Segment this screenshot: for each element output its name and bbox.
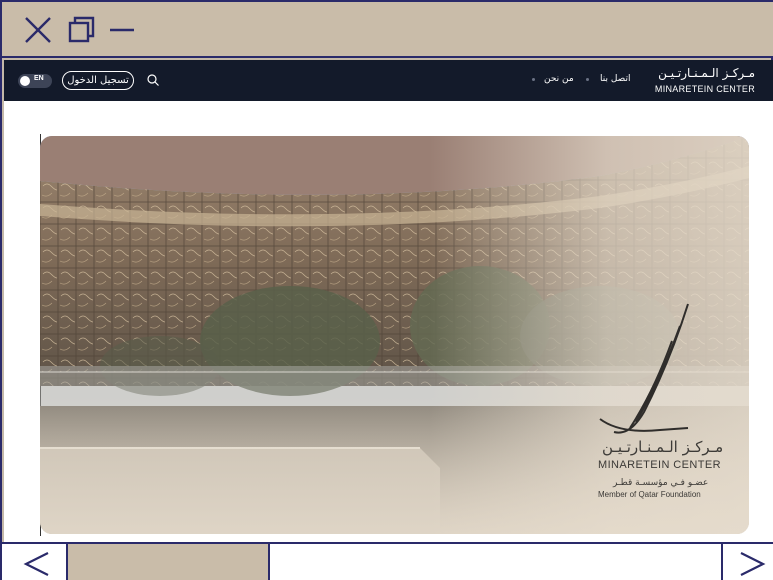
hero-member-english: Member of Qatar Foundation [598, 490, 701, 499]
hero-brand-english: MINARETEIN CENTER [598, 459, 721, 471]
nav-separator [532, 78, 535, 81]
window-frame: EN تسجيل الدخول من نحن اتصل بنا مـركـز ا… [0, 0, 773, 580]
site-header: EN تسجيل الدخول من نحن اتصل بنا مـركـز ا… [4, 60, 773, 101]
search-icon[interactable] [146, 73, 160, 87]
nav-separator [586, 78, 589, 81]
chevron-right-icon [740, 552, 766, 576]
hero-image: مـركـز الـمـنـارتـيـن MINARETEIN CENTER … [40, 136, 749, 534]
hero-member-arabic: عضـو فـي مؤسسـة قطـر [613, 478, 709, 488]
bottom-bar [2, 542, 773, 580]
hero-brand-arabic: مـركـز الـمـنـارتـيـن [602, 438, 724, 456]
language-toggle[interactable]: EN [18, 74, 52, 88]
courtyard-photo [40, 136, 749, 534]
nav-contact-link[interactable]: اتصل بنا [600, 74, 630, 84]
title-bar [2, 2, 773, 58]
back-button[interactable] [2, 544, 68, 580]
forward-button[interactable] [721, 544, 773, 580]
site-logo-english[interactable]: MINARETEIN CENTER [655, 84, 755, 94]
toggle-knob [20, 76, 30, 86]
site-logo-arabic[interactable]: مـركـز الـمـنـارتـيـن [658, 66, 755, 80]
page-viewport: EN تسجيل الدخول من نحن اتصل بنا مـركـز ا… [4, 60, 773, 542]
tab-strip[interactable] [68, 544, 270, 580]
minimize-icon[interactable] [108, 14, 140, 46]
close-icon[interactable] [22, 14, 54, 46]
language-toggle-label: EN [34, 75, 44, 82]
nav-about-link[interactable]: من نحن [544, 74, 574, 84]
login-button[interactable]: تسجيل الدخول [62, 71, 134, 90]
chevron-left-icon [23, 552, 49, 576]
restore-icon[interactable] [66, 14, 98, 46]
